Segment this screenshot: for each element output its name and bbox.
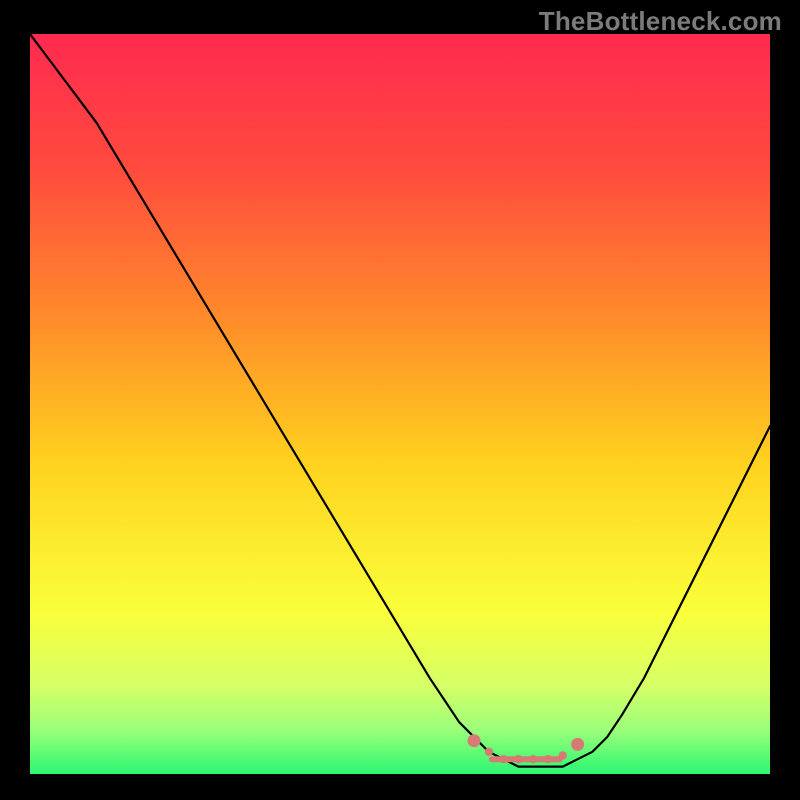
optimal-marker-dot	[514, 755, 522, 763]
optimal-marker-dot	[571, 738, 584, 751]
optimal-marker-dot	[544, 755, 552, 763]
bottleneck-chart	[30, 34, 770, 774]
gradient-background	[30, 34, 770, 774]
optimal-marker-dot	[485, 748, 493, 756]
optimal-marker-dot	[559, 751, 567, 759]
watermark-text: TheBottleneck.com	[539, 6, 782, 37]
optimal-marker-dot	[499, 755, 507, 763]
optimal-marker-dot	[468, 734, 481, 747]
optimal-marker-dot	[529, 755, 537, 763]
